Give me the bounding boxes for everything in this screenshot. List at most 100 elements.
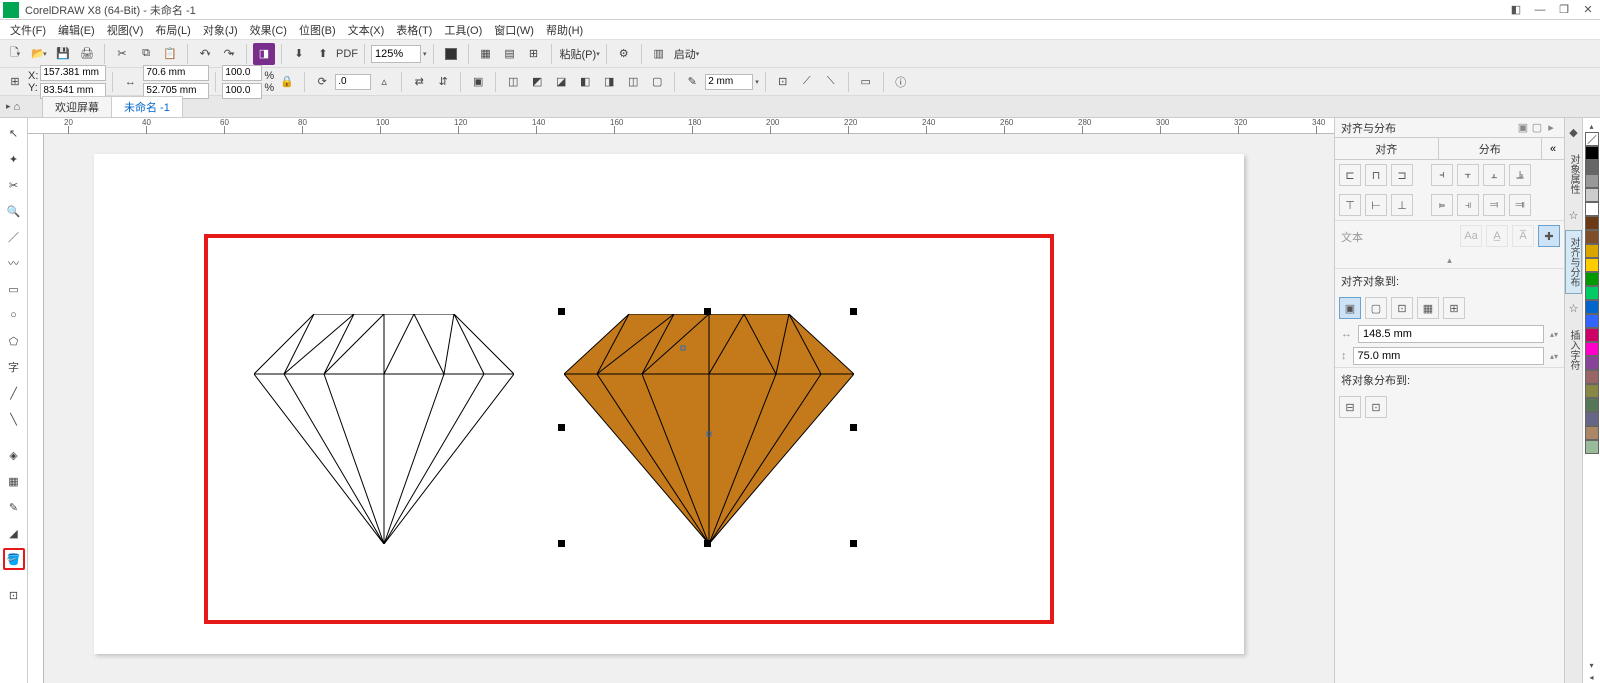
publish-pdf-button[interactable]: PDF [336,43,358,65]
quick-trace-button[interactable]: ▭ [855,71,877,93]
pick-tool[interactable]: ↖ [3,122,25,144]
color-swatch[interactable] [1585,328,1599,342]
maximize-button[interactable]: ❐ [1552,1,1576,19]
connector-tool[interactable]: ╲ [3,408,25,430]
app-launcher-icon[interactable]: ▥ [648,43,670,65]
freehand-tool[interactable]: ／ [3,226,25,248]
search-content-button[interactable]: ◨ [253,43,275,65]
canvas[interactable] [44,134,1334,683]
copy-button[interactable]: ⧉ [135,43,157,65]
zoom-level[interactable] [371,45,421,63]
smart-fill-tool[interactable]: 🪣 [3,548,25,570]
right-tab-object-props[interactable]: 对象属性 [1565,147,1582,201]
distribute-top-button[interactable]: ⫢ [1431,194,1453,216]
wrap-text-button[interactable]: ⊡ [772,71,794,93]
paste-button[interactable]: 📋 [159,43,181,65]
selection-handle-se[interactable] [850,540,857,547]
boundary-button[interactable]: ▢ [646,71,668,93]
rotation-angle[interactable] [335,74,371,90]
text-tool[interactable]: 字 [3,356,25,378]
color-swatch[interactable] [1585,230,1599,244]
selection-handle-w[interactable] [558,424,565,431]
docker-collapse-icon[interactable]: ▣ [1516,121,1530,135]
align-y-value[interactable] [1353,347,1544,365]
align-left-button[interactable]: ⊏ [1339,164,1361,186]
menu-effects[interactable]: 效果(C) [244,22,293,38]
menu-tools[interactable]: 工具(O) [438,22,488,38]
color-swatch[interactable] [1585,342,1599,356]
palette-scroll-up[interactable]: ▴ [1589,120,1593,132]
object-width[interactable] [143,65,209,81]
rectangle-tool[interactable]: ▭ [3,278,25,300]
simplify-button[interactable]: ◧ [574,71,596,93]
align-x-value[interactable] [1358,325,1544,343]
color-swatch[interactable] [1585,370,1599,384]
color-swatch[interactable] [1585,216,1599,230]
color-swatch[interactable] [1585,202,1599,216]
color-swatch[interactable] [1585,412,1599,426]
right-tab-insert-char[interactable]: 插入字符 [1565,323,1582,377]
color-swatch[interactable] [1585,174,1599,188]
menu-file[interactable]: 文件(F) [4,22,52,38]
front-minus-back-button[interactable]: ◨ [598,71,620,93]
trim-button[interactable]: ◩ [526,71,548,93]
align-bottom-button[interactable]: ⊥ [1391,194,1413,216]
tab-welcome[interactable]: 欢迎屏幕 [42,96,112,117]
menu-text[interactable]: 文本(X) [342,22,391,38]
crop-tool[interactable]: ✂ [3,174,25,196]
menu-edit[interactable]: 编辑(E) [52,22,101,38]
options-button[interactable]: ⚙ [613,43,635,65]
snap-dropdown[interactable]: 粘贴(P)▾ [558,46,600,62]
color-swatch[interactable] [1585,384,1599,398]
mirror-v-button[interactable]: ⇵ [432,71,454,93]
distribute-spacing-h-button[interactable]: ⫠ [1483,164,1505,186]
outline-width[interactable] [705,74,753,90]
zoom-tool[interactable]: 🔍 [3,200,25,222]
align-top-button[interactable]: ⊤ [1339,194,1361,216]
selection-handle-nw[interactable] [558,308,565,315]
selection-handle-s[interactable] [704,540,711,547]
color-swatch[interactable] [1585,146,1599,160]
show-guidelines-button[interactable]: ⊞ [523,43,545,65]
menu-window[interactable]: 窗口(W) [488,22,540,38]
right-tab-align-distribute[interactable]: 对齐与分布 [1565,230,1582,294]
distribute-right-button[interactable]: ⫡ [1509,164,1531,186]
align-center-h-button[interactable]: ⊓ [1365,164,1387,186]
show-grid-button[interactable]: ▤ [499,43,521,65]
mirror-h-button[interactable]: ⇄ [408,71,430,93]
color-swatch[interactable] [1585,160,1599,174]
launch-dropdown[interactable]: 启动▾ [672,46,700,62]
align-page-center-button[interactable]: ⊡ [1391,297,1413,319]
docker-close-icon[interactable]: ▸ [1544,121,1558,135]
align-active-objects-button[interactable]: ▣ [1339,297,1361,319]
artistic-media-tool[interactable]: 〰 [3,252,25,274]
hints-button[interactable]: ⓘ [890,71,912,93]
quick-access-icon[interactable]: ◧ [1504,1,1528,19]
selection-handle-n[interactable] [704,308,711,315]
intersect-button[interactable]: ◪ [550,71,572,93]
transparency-tool[interactable]: ▦ [3,470,25,492]
open-button[interactable]: 📂▾ [28,43,50,65]
menu-help[interactable]: 帮助(H) [540,22,589,38]
text-baseline-button[interactable]: Aa [1460,225,1482,247]
menu-object[interactable]: 对象(J) [197,22,244,38]
palette-scroll-down[interactable]: ▾ [1589,659,1593,671]
undo-button[interactable]: ↶▾ [194,43,216,65]
color-swatch[interactable] [1585,258,1599,272]
diamond-outline-shape[interactable] [254,314,514,544]
docker-tab-align[interactable]: 对齐 [1335,138,1439,159]
ellipse-tool[interactable]: ○ [3,304,25,326]
tab-arrow-icon[interactable]: ▸ [6,101,11,112]
color-swatch[interactable] [1585,426,1599,440]
convert-curves-button[interactable]: ⟋ [796,71,818,93]
text-last-line-button[interactable]: A̅ [1512,225,1534,247]
scale-x[interactable] [222,65,262,81]
docker-menu-icon[interactable]: ▢ [1530,121,1544,135]
text-bounding-button[interactable]: ✚ [1538,225,1560,247]
color-swatch[interactable] [1585,314,1599,328]
edit-bitmap-button[interactable]: ⟍ [820,71,842,93]
color-swatch[interactable] [1585,398,1599,412]
menu-layout[interactable]: 布局(L) [149,22,196,38]
parallel-dim-tool[interactable]: ╱ [3,382,25,404]
distribute-center-h-button[interactable]: ⫟ [1457,164,1479,186]
